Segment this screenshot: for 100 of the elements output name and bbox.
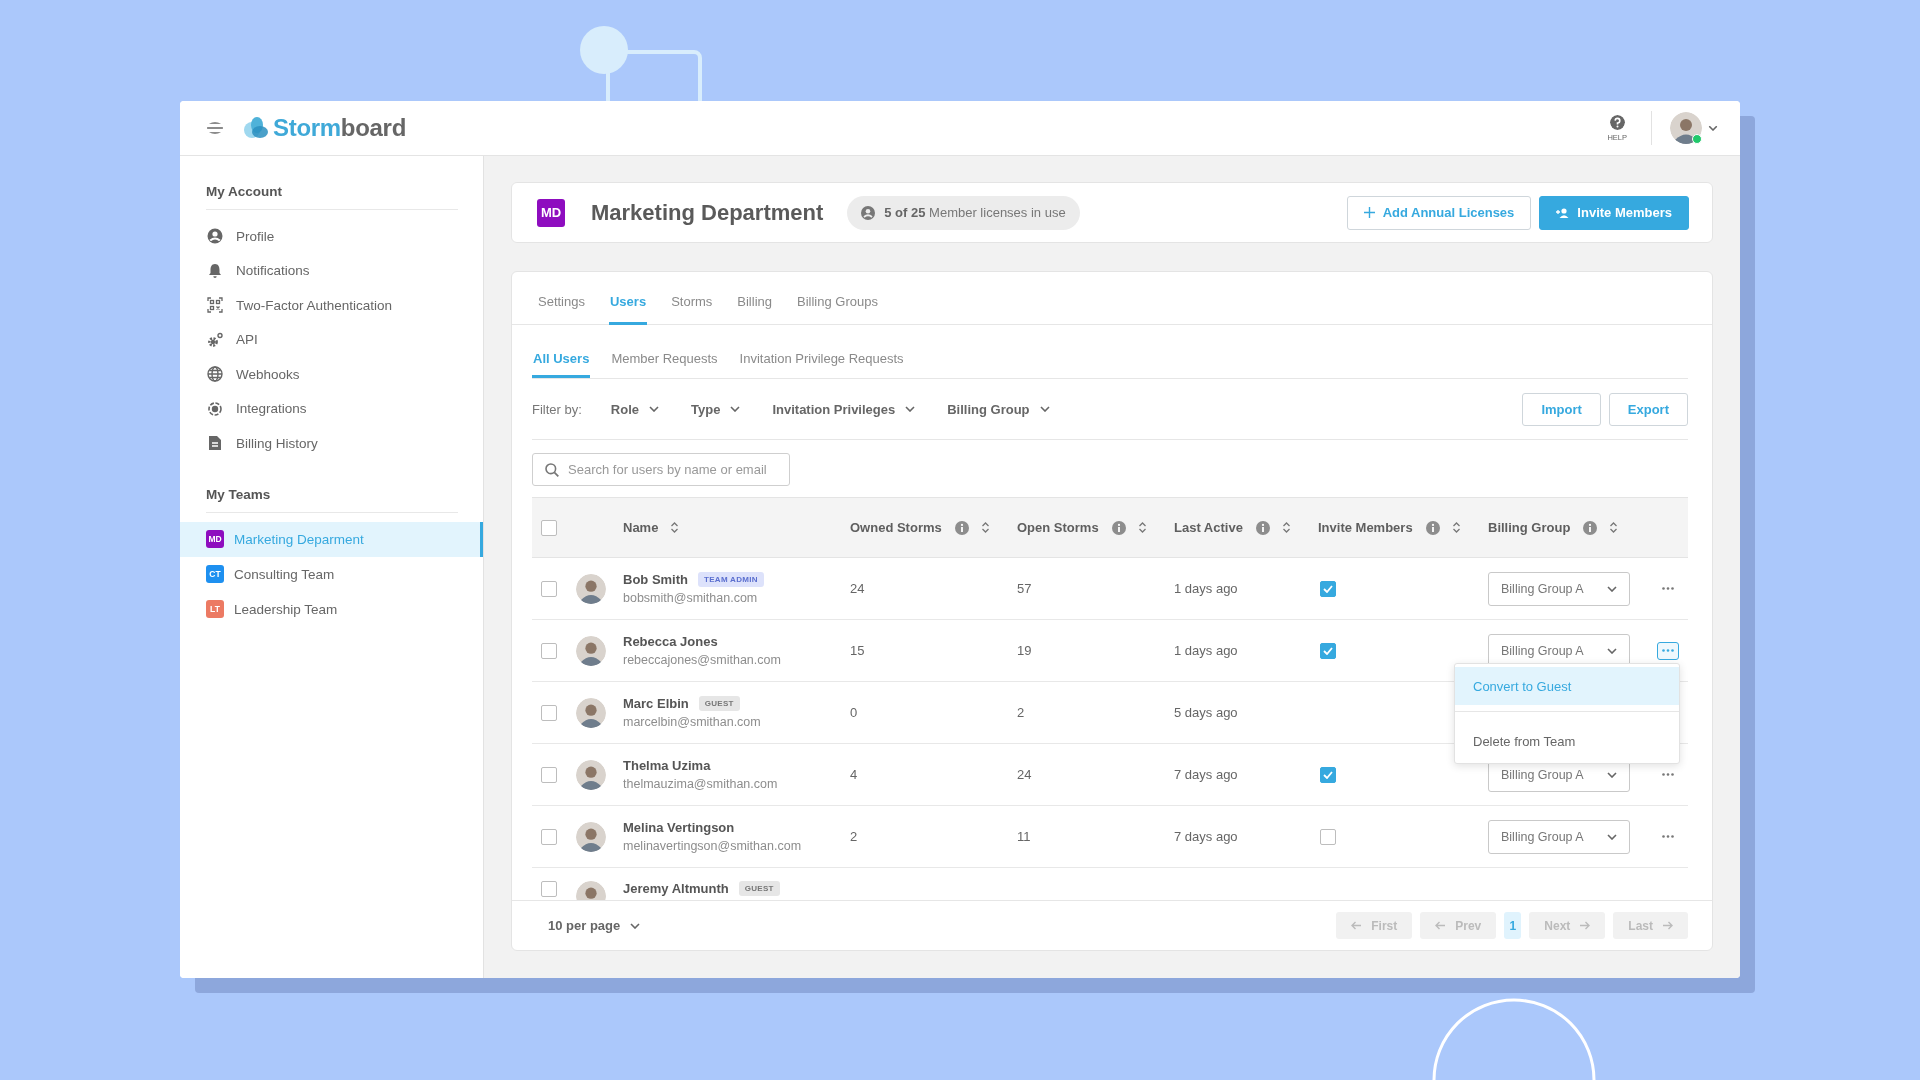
team-badge: LT: [206, 600, 224, 618]
globe-icon: [207, 366, 223, 383]
table-cell: 24: [850, 581, 865, 596]
tab[interactable]: Settings: [537, 272, 586, 325]
arrow-left-icon: [1351, 921, 1363, 930]
team-title: Marketing Department: [591, 199, 824, 226]
tab[interactable]: Billing: [736, 272, 773, 325]
user-name: Rebecca Jones: [623, 634, 718, 649]
filter-dropdown[interactable]: Role: [610, 401, 659, 417]
table-cell: 2: [850, 829, 858, 844]
checkmark-icon: [1323, 646, 1333, 655]
user-email: bobsmith@smithan.com: [623, 591, 759, 605]
per-page-select[interactable]: 10 per page: [548, 918, 641, 933]
row-checkbox[interactable]: [541, 704, 557, 721]
user-email: rebeccajones@smithan.com: [623, 653, 781, 667]
column-header[interactable]: Invite Members: [1318, 520, 1413, 535]
sidebar-item[interactable]: Webhooks: [180, 357, 483, 392]
tab[interactable]: Storms: [670, 272, 714, 325]
sidebar-item[interactable]: Notifications: [180, 253, 483, 288]
table-cell: 7 days ago: [1174, 767, 1238, 782]
sub-tab[interactable]: Invitation Privilege Requests: [738, 351, 905, 378]
billing-group-select[interactable]: Billing Group A: [1488, 819, 1630, 854]
plus-icon: [1363, 207, 1375, 218]
team-item[interactable]: MD Marketing Deparment: [180, 521, 483, 557]
chevron-down-icon: [1039, 406, 1050, 412]
help-icon: [1609, 114, 1625, 130]
search-field[interactable]: Search for users by name or email: [532, 453, 790, 486]
more-icon: [1662, 587, 1674, 590]
invite-checkbox[interactable]: [1320, 766, 1336, 783]
table-cell: 7 days ago: [1174, 829, 1238, 844]
user-name: Thelma Uzima: [623, 758, 711, 773]
add-person-icon: [1556, 207, 1570, 218]
user-name: Melina Vertingson: [623, 820, 735, 835]
row-checkbox[interactable]: [541, 881, 557, 897]
menu-icon[interactable]: [207, 122, 223, 134]
bell-icon: [207, 262, 223, 279]
row-checkbox[interactable]: [541, 580, 557, 597]
chevron-down-icon: [649, 406, 659, 412]
filter-dropdown[interactable]: Invitation Privileges: [772, 401, 916, 417]
guest-tag: GUEST: [698, 696, 740, 711]
column-header[interactable]: Name: [623, 520, 659, 535]
more-icon: [1662, 773, 1674, 776]
filter-dropdown[interactable]: Billing Group: [947, 401, 1050, 417]
user-name: Bob Smith: [623, 572, 688, 587]
gear-icon: [207, 400, 223, 417]
table-cell: 0: [850, 705, 858, 720]
chevron-down-icon: [1607, 585, 1617, 592]
gears-icon: [207, 331, 223, 348]
column-header[interactable]: Owned Storms: [850, 520, 942, 535]
column-header[interactable]: Billing Group: [1488, 520, 1571, 535]
license-text: 5 of 25 Member licenses in use: [884, 205, 1066, 220]
user-name: Marc Elbin: [623, 696, 689, 711]
admin-tag: TEAM ADMIN: [698, 572, 764, 587]
team-badge: MD: [537, 198, 565, 227]
user-avatar: [1670, 112, 1702, 144]
billing-group-select[interactable]: Billing Group A: [1488, 571, 1630, 606]
checkmark-icon: [1323, 770, 1333, 779]
chevron-down-icon: [1708, 125, 1718, 131]
section-heading: My Account: [206, 184, 458, 210]
more-icon: [1662, 835, 1674, 838]
row-checkbox[interactable]: [541, 828, 557, 845]
more-icon: [1662, 649, 1674, 652]
chevron-down-icon: [630, 922, 641, 929]
invite-checkbox[interactable]: [1320, 642, 1336, 659]
table-cell: 2: [1017, 705, 1025, 720]
sidebar-item[interactable]: Integrations: [180, 391, 483, 426]
chevron-down-icon: [905, 406, 916, 412]
more-button[interactable]: [1657, 641, 1679, 660]
row-checkbox[interactable]: [541, 766, 557, 783]
user-email: melinavertingson@smithan.com: [623, 839, 802, 853]
logo-icon: [243, 117, 269, 139]
sidebar-item[interactable]: Profile: [180, 219, 483, 254]
column-header[interactable]: Last Active: [1174, 520, 1243, 535]
select-all-checkbox[interactable]: [541, 519, 557, 536]
sidebar-item[interactable]: Two-Factor Authentication: [180, 288, 483, 323]
chevron-down-icon: [730, 406, 741, 412]
document-icon: [207, 435, 223, 452]
table-cell: 1 days ago: [1174, 581, 1238, 596]
user-email: thelmauzima@smithan.com: [623, 777, 778, 791]
sub-tab[interactable]: Member Requests: [610, 351, 719, 378]
avatar: [576, 635, 606, 666]
arrow-right-icon: [1662, 921, 1673, 930]
tab[interactable]: Billing Groups: [796, 272, 879, 325]
filter-dropdown[interactable]: Type: [691, 401, 741, 417]
invite-checkbox[interactable]: [1320, 580, 1336, 597]
arrow-right-icon: [1579, 921, 1591, 930]
menu-item[interactable]: Delete from Team: [1455, 722, 1679, 760]
team-item[interactable]: LT Leadership Team: [180, 591, 483, 627]
avatar: [576, 759, 606, 790]
logo-text: Stormboard: [273, 114, 406, 142]
row-checkbox[interactable]: [541, 642, 557, 659]
user-menu[interactable]: [1670, 112, 1718, 144]
table-cell: 1 days ago: [1174, 643, 1238, 658]
team-item[interactable]: CT Consulting Team: [180, 556, 483, 592]
column-header[interactable]: Open Storms: [1017, 520, 1099, 535]
invite-checkbox[interactable]: [1320, 828, 1336, 845]
sidebar-item[interactable]: Billing History: [180, 426, 483, 461]
table-cell: 24: [1017, 767, 1032, 782]
sidebar-item[interactable]: API: [180, 322, 483, 357]
table-cell: 5 days ago: [1174, 705, 1238, 720]
